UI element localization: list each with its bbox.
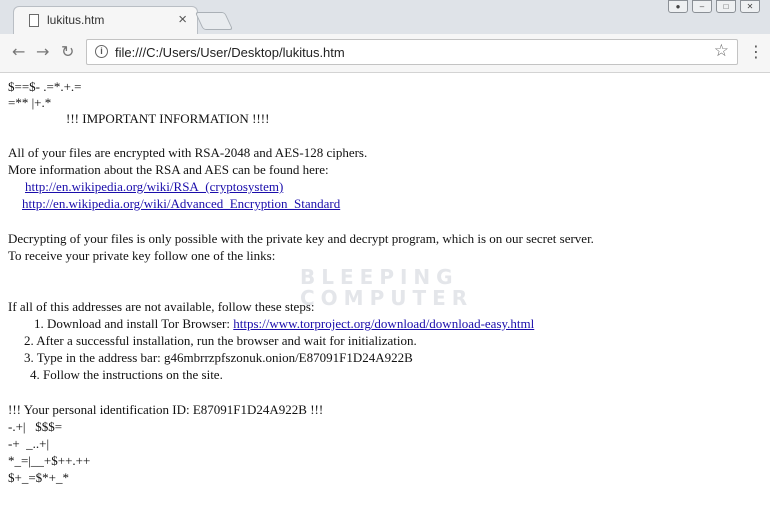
ascii-art-bottom-3: *_=|__+$++.++ bbox=[8, 453, 91, 468]
minimize-icon[interactable]: – bbox=[692, 0, 712, 13]
page-heading: !!! IMPORTANT INFORMATION !!!! bbox=[66, 111, 270, 126]
tab-close-icon[interactable]: × bbox=[178, 11, 187, 28]
tor-download-link[interactable]: https://www.torproject.org/download/down… bbox=[233, 316, 534, 331]
watermark: BLEEPING COMPUTER bbox=[300, 267, 473, 309]
rsa-wikipedia-link[interactable]: http://en.wikipedia.org/wiki/RSA_(crypto… bbox=[25, 179, 283, 194]
user-icon[interactable]: ● bbox=[668, 0, 688, 13]
ascii-art-top-2: =** |+.* bbox=[8, 95, 52, 110]
address-url[interactable]: file:///C:/Users/User/Desktop/lukitus.ht… bbox=[115, 45, 345, 60]
close-window-icon[interactable]: ✕ bbox=[740, 0, 760, 13]
browser-tab[interactable]: lukitus.htm × bbox=[13, 6, 198, 34]
watermark-line-1: BLEEPING bbox=[300, 265, 459, 289]
step-2: 2. After a successful installation, run … bbox=[24, 333, 417, 348]
info-icon[interactable]: i bbox=[95, 45, 108, 58]
ascii-art-bottom-2: -+ _..+| bbox=[8, 436, 50, 451]
personal-id: !!! Your personal identification ID: E87… bbox=[8, 402, 324, 417]
bookmark-star-icon[interactable]: ☆ bbox=[714, 41, 729, 61]
tab-strip: lukitus.htm × ● – □ ✕ bbox=[0, 0, 770, 35]
ascii-art-top-1: $==$- .=*.+.= bbox=[8, 79, 82, 94]
aes-wikipedia-link[interactable]: http://en.wikipedia.org/wiki/Advanced_En… bbox=[22, 196, 340, 211]
ascii-art-bottom-4: $+_=$*+_* bbox=[8, 470, 69, 485]
receive-key-text: To receive your private key follow one o… bbox=[8, 248, 276, 263]
forward-arrow-icon[interactable]: → bbox=[36, 42, 49, 61]
document-icon bbox=[29, 14, 39, 27]
browser-menu-icon[interactable]: ⋮ bbox=[748, 42, 764, 61]
address-bar[interactable]: i file:///C:/Users/User/Desktop/lukitus.… bbox=[86, 39, 738, 65]
maximize-icon[interactable]: □ bbox=[716, 0, 736, 13]
ascii-art-bottom-1: -.+| $$$= bbox=[8, 419, 63, 434]
fallback-intro: If all of this addresses are not availab… bbox=[8, 299, 315, 314]
step-1-text: 1. Download and install Tor Browser: bbox=[34, 316, 234, 331]
back-arrow-icon[interactable]: ← bbox=[12, 42, 25, 61]
watermark-line-2: COMPUTER bbox=[300, 286, 474, 310]
decrypt-notice: Decrypting of your files is only possibl… bbox=[8, 231, 594, 246]
encryption-notice: All of your files are encrypted with RSA… bbox=[8, 145, 368, 160]
page-content: BLEEPING COMPUTER $==$- .=*.+.= =** |+.*… bbox=[0, 73, 770, 521]
tab-title: lukitus.htm bbox=[47, 13, 105, 27]
step-4: 4. Follow the instructions on the site. bbox=[30, 367, 223, 382]
more-info-text: More information about the RSA and AES c… bbox=[8, 162, 329, 177]
new-tab-button[interactable] bbox=[194, 12, 234, 30]
window-controls: ● – □ ✕ bbox=[668, 0, 760, 16]
step-3: 3. Type in the address bar: g46mbrrzpfsz… bbox=[24, 350, 413, 365]
browser-toolbar: ← → ↻ i file:///C:/Users/User/Desktop/lu… bbox=[0, 34, 770, 73]
step-1: 1. Download and install Tor Browser: htt… bbox=[34, 316, 534, 331]
reload-icon[interactable]: ↻ bbox=[61, 42, 74, 61]
